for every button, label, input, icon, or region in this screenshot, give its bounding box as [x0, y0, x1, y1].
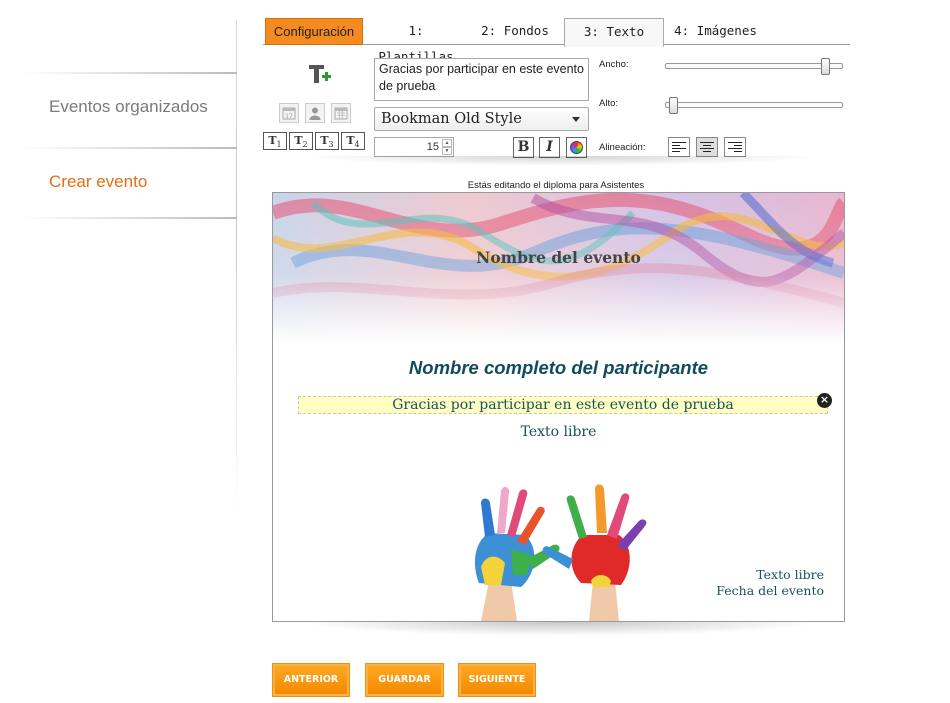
diploma-participant-name[interactable]: Nombre completo del participante	[273, 357, 844, 379]
tab-plantillas[interactable]: 1: Plantillas	[371, 18, 461, 64]
tab-fondos[interactable]: 2: Fondos	[475, 18, 555, 45]
editing-note: Estás editando el diploma para Asistente…	[467, 180, 645, 191]
spinner-down-icon[interactable]: ▼	[442, 147, 452, 155]
align-left-button[interactable]	[668, 137, 690, 157]
tab-imagenes[interactable]: 4: Imágenes	[668, 18, 763, 45]
spinner-up-icon[interactable]: ▲	[442, 139, 452, 147]
diploma-thanks-text[interactable]: Gracias por participar en este evento de…	[298, 396, 828, 414]
tab-bar: Configuración 1: Plantillas 2: Fondos 3:…	[263, 17, 850, 64]
sidebar-separator	[22, 147, 237, 149]
font-size-input[interactable]: 15 ▲ ▼	[374, 137, 454, 157]
previous-button[interactable]: ANTERIOR	[273, 664, 349, 696]
width-slider-thumb[interactable]	[821, 58, 830, 75]
font-size-spinner[interactable]: ▲ ▼	[442, 139, 452, 155]
italic-button[interactable]: I	[539, 137, 560, 158]
diploma-free-text-2[interactable]: Texto libre	[756, 567, 824, 582]
width-label: Ancho:	[599, 59, 629, 70]
next-button[interactable]: SIGUIENTE	[459, 664, 535, 696]
sidebar-separator	[22, 72, 237, 74]
height-label: Alto:	[599, 98, 619, 109]
color-palette-icon	[570, 141, 583, 154]
text-content-input[interactable]: Gracias por participar en este evento de…	[374, 58, 589, 101]
align-center-button[interactable]	[696, 137, 718, 157]
sidebar-separator	[22, 217, 237, 219]
save-button[interactable]: GUARDAR	[366, 664, 443, 696]
alignment-label: Alineación:	[599, 142, 646, 153]
diploma-canvas[interactable]: Nombre del evento Nombre completo del pa…	[272, 192, 845, 622]
text-preset-3-button[interactable]: T3	[315, 132, 339, 150]
toolbar-shadow	[302, 156, 822, 166]
user-icon[interactable]	[305, 103, 325, 123]
svg-text:17: 17	[285, 113, 293, 120]
sidebar-item-eventos-organizados[interactable]: Eventos organizados	[49, 97, 208, 117]
font-family-value: Bookman Old Style	[381, 111, 522, 127]
paint-brush-background-image	[273, 193, 844, 343]
painted-hands-image[interactable]	[441, 463, 679, 621]
tab-texto[interactable]: 3: Texto	[564, 18, 664, 47]
tab-configuracion[interactable]: Configuración	[265, 18, 363, 45]
width-slider[interactable]	[665, 58, 843, 75]
height-slider[interactable]	[665, 97, 843, 114]
height-slider-thumb[interactable]	[669, 97, 678, 114]
text-preset-2-button[interactable]: T2	[289, 132, 313, 150]
sidebar-divider	[236, 20, 237, 520]
diploma-shadow	[300, 622, 820, 636]
font-family-select[interactable]: Bookman Old Style	[374, 107, 589, 131]
text-style-presets: T1 T2 T3 T4	[263, 132, 365, 150]
insert-field-icons: 17	[279, 103, 351, 123]
add-text-icon[interactable]	[307, 62, 331, 86]
text-color-button[interactable]	[566, 137, 587, 158]
font-size-value: 15	[426, 141, 439, 153]
chevron-down-icon	[572, 117, 580, 122]
schedule-icon[interactable]	[331, 103, 351, 123]
sidebar-item-crear-evento[interactable]: Crear evento	[49, 172, 147, 192]
calendar-icon[interactable]: 17	[279, 103, 299, 123]
bold-button[interactable]: B	[513, 137, 534, 158]
diploma-event-name[interactable]: Nombre del evento	[273, 248, 844, 267]
text-preset-1-button[interactable]: T1	[263, 132, 287, 150]
text-preset-4-button[interactable]: T4	[341, 132, 365, 150]
remove-text-icon[interactable]: ×	[817, 393, 832, 408]
text-toolbar: 17 T1 T2 T3 T4 Gracias por participar en…	[263, 48, 850, 163]
diploma-event-date[interactable]: Fecha del evento	[716, 583, 824, 598]
sidebar: Eventos organizados Crear evento	[0, 0, 240, 703]
align-right-button[interactable]	[724, 137, 746, 157]
diploma-free-text-1[interactable]: Texto libre	[273, 424, 844, 440]
